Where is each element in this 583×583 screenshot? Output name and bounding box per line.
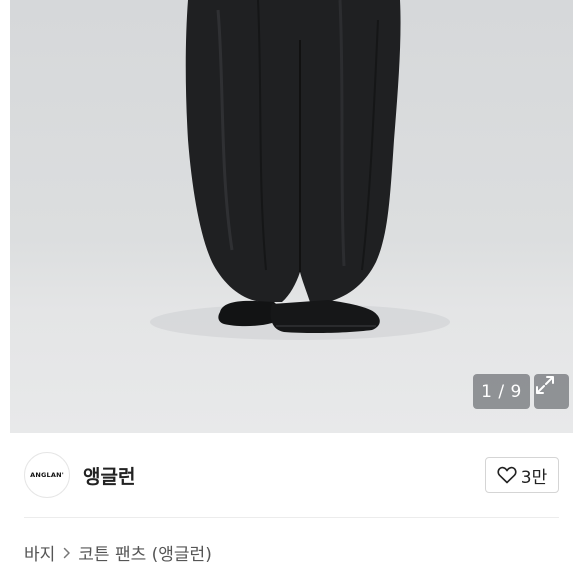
breadcrumb-category[interactable]: 바지 [24,540,55,565]
seller-avatar[interactable]: ANGLAN' [24,452,70,498]
seller-name[interactable]: 앵글런 [83,462,135,489]
expand-button[interactable] [534,374,569,409]
image-counter: 1 / 9 [473,374,530,409]
seller-avatar-logo: ANGLAN' [30,471,64,479]
like-button[interactable]: 3만 [485,457,559,493]
section-divider [24,517,559,518]
breadcrumb: 바지 코튼 팬츠 (앵글런) [24,540,212,565]
breadcrumb-product: 코튼 팬츠 (앵글런) [78,545,212,565]
seller-row: ANGLAN' 앵글런 3만 [24,452,559,498]
heart-outline-icon [497,466,517,484]
expand-icon [536,376,554,394]
product-photo[interactable]: 1 / 9 [10,0,573,433]
chevron-right-icon [63,547,71,559]
product-photo-illustration [150,0,450,340]
like-count: 3만 [520,467,548,488]
image-counter-text: 1 / 9 [481,381,522,402]
